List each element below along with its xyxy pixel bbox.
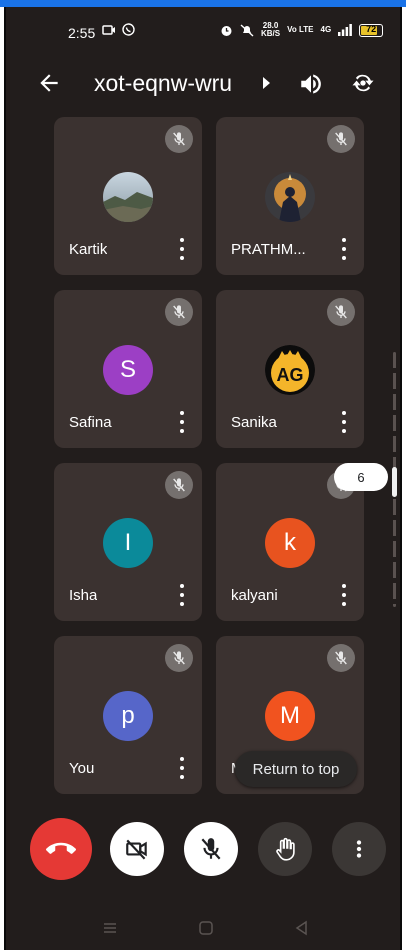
mic-off-icon — [201, 838, 221, 860]
volte-label: Vo LTE — [287, 25, 314, 34]
avatar-letter: M — [265, 691, 315, 741]
more-vert-icon[interactable] — [178, 411, 186, 433]
svg-text:AG: AG — [277, 365, 304, 385]
mic-off-icon — [165, 644, 193, 672]
participant-tile[interactable]: PRATHM... — [216, 117, 364, 275]
home-icon[interactable] — [198, 920, 214, 936]
camera-off-icon — [126, 839, 147, 860]
hand-icon — [276, 837, 295, 861]
back-arrow-icon[interactable] — [36, 70, 62, 96]
scroll-page-indicator: 6 — [334, 463, 388, 491]
meeting-code-title[interactable]: xot-eqnw-wru — [94, 70, 232, 97]
network-speed: 28.0 KB/S — [261, 22, 280, 38]
participant-tile[interactable]: AG Sanika — [216, 290, 364, 448]
more-vert-icon[interactable] — [178, 238, 186, 260]
return-to-top-button[interactable]: Return to top — [235, 751, 357, 787]
more-vert-icon — [356, 840, 362, 858]
back-triangle-icon[interactable] — [294, 920, 310, 936]
signal-icon — [338, 24, 353, 36]
end-call-button[interactable] — [30, 818, 92, 880]
system-nav-bar — [6, 912, 400, 950]
mute-notification-icon — [240, 23, 254, 37]
participant-tile[interactable]: I Isha — [54, 463, 202, 621]
mic-off-icon — [327, 644, 355, 672]
network-type-label: 4G — [320, 25, 332, 34]
speaker-icon[interactable] — [298, 71, 324, 97]
phone-screen: 2:55 28.0 KB/S Vo LTE 4G 72 xot-eqnw-wru … — [4, 7, 402, 950]
top-accent-bar — [0, 0, 406, 7]
status-time: 2:55 — [68, 25, 96, 41]
more-vert-icon[interactable] — [178, 584, 186, 606]
avatar-letter: p — [103, 691, 153, 741]
screen-record-icon — [102, 25, 115, 35]
participant-tile[interactable]: S Safina — [54, 290, 202, 448]
more-vert-icon[interactable] — [340, 238, 348, 260]
raise-hand-button[interactable] — [258, 822, 312, 876]
meeting-header: xot-eqnw-wru — [6, 57, 400, 111]
recents-menu-icon[interactable] — [102, 920, 118, 936]
participant-name: PRATHM... — [231, 241, 306, 258]
chevron-right-icon[interactable] — [263, 77, 270, 89]
status-right-icons: 28.0 KB/S Vo LTE 4G 72 — [220, 22, 384, 38]
alarm-icon — [221, 25, 232, 36]
mic-toggle-button[interactable] — [184, 822, 238, 876]
more-vert-icon[interactable] — [178, 757, 186, 779]
status-bar: 2:55 28.0 KB/S Vo LTE 4G 72 — [6, 7, 400, 47]
more-vert-icon[interactable] — [340, 411, 348, 433]
participant-name: kalyani — [231, 587, 278, 604]
battery-level: 72 — [366, 23, 377, 34]
participant-tile-self[interactable]: p You — [54, 636, 202, 794]
mic-off-icon — [165, 125, 193, 153]
participant-name: You — [69, 760, 95, 777]
participant-tile[interactable]: Kartik — [54, 117, 202, 275]
switch-camera-icon[interactable] — [349, 69, 377, 97]
camera-toggle-button[interactable] — [110, 822, 164, 876]
participant-name: Sanika — [231, 414, 277, 431]
avatar-photo — [103, 172, 153, 222]
participant-name: Kartik — [69, 241, 108, 258]
notification-icons — [102, 23, 135, 39]
more-vert-icon[interactable] — [340, 584, 348, 606]
avatar-letter: S — [103, 345, 153, 395]
speed-unit: KB/S — [261, 29, 281, 38]
mic-off-icon — [165, 298, 193, 326]
mic-off-icon — [327, 125, 355, 153]
avatar-logo: AG — [265, 345, 315, 395]
battery-icon: 72 — [359, 23, 384, 37]
avatar-photo — [265, 172, 315, 222]
whatsapp-icon — [121, 23, 135, 36]
mic-off-icon — [327, 298, 355, 326]
more-options-button[interactable] — [332, 822, 386, 876]
participant-name: Isha — [69, 587, 98, 604]
avatar-letter: k — [265, 518, 315, 568]
mic-off-icon — [165, 471, 193, 499]
phone-hangup-icon — [46, 842, 76, 854]
avatar-letter: I — [103, 518, 153, 568]
scrollbar-thumb[interactable] — [392, 467, 397, 497]
participant-name: Safina — [69, 414, 112, 431]
